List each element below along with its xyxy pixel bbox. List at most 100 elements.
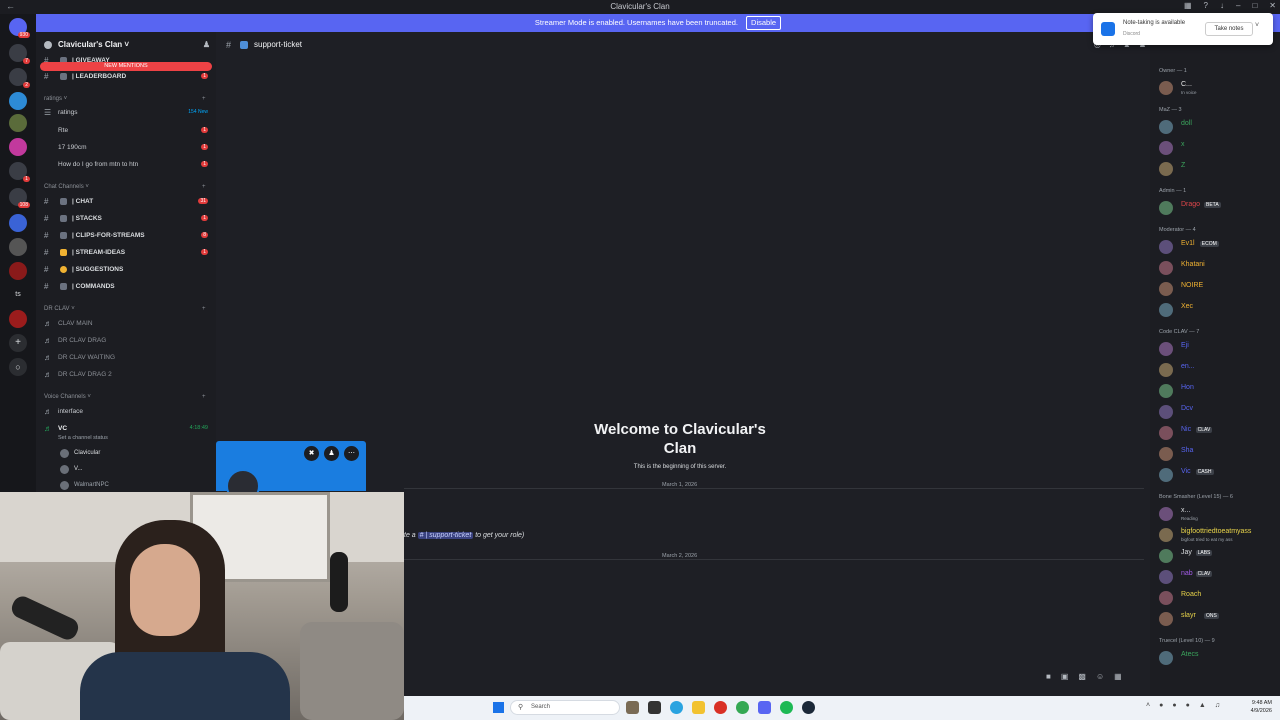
server-icon[interactable] bbox=[9, 214, 27, 232]
member-item[interactable]: slayr ONS bbox=[1159, 609, 1280, 627]
add-server-icon[interactable]: + bbox=[9, 334, 27, 352]
server-icon[interactable] bbox=[9, 114, 27, 132]
taskbar-search[interactable]: ⚲ Search bbox=[510, 700, 620, 715]
member-item[interactable]: NOIRE bbox=[1159, 279, 1280, 297]
volume-icon[interactable]: ♫ bbox=[1215, 702, 1220, 709]
member-item[interactable]: Nic CLAV bbox=[1159, 423, 1280, 441]
member-item[interactable]: Vic CASH bbox=[1159, 465, 1280, 483]
member-item[interactable]: Dcv bbox=[1159, 402, 1280, 420]
member-item[interactable]: x... Reading bbox=[1159, 504, 1280, 522]
voice-channel-interface[interactable]: ♬ interface bbox=[40, 405, 212, 420]
channel-leaderboard[interactable]: # | LEADERBOARD 1 bbox=[40, 70, 212, 85]
widget-icon[interactable] bbox=[626, 701, 639, 714]
category-chat-channels[interactable]: Chat Channels ˅ + bbox=[44, 184, 206, 190]
windows-start-icon[interactable] bbox=[493, 702, 504, 713]
more-options-icon[interactable]: ⋯ bbox=[344, 446, 359, 461]
steam-icon[interactable] bbox=[802, 701, 815, 714]
edge-icon[interactable] bbox=[670, 701, 683, 714]
member-item[interactable]: en... bbox=[1159, 360, 1280, 378]
channel-suggestions[interactable]: # | SUGGESTIONS bbox=[40, 263, 212, 278]
member-item[interactable]: Jay LABS bbox=[1159, 546, 1280, 564]
tray-icon[interactable]: ● bbox=[1172, 702, 1176, 709]
taskbar-clock[interactable]: 9:48 AM 4/9/2026 bbox=[1251, 699, 1272, 715]
member-item[interactable]: bigfoottriedtoeatmyass bigfoot tried to e… bbox=[1159, 525, 1280, 543]
add-channel-icon[interactable]: + bbox=[202, 184, 206, 190]
inbox-icon[interactable]: ▦ bbox=[1184, 1, 1192, 10]
direct-messages-icon[interactable]: 930 bbox=[9, 18, 30, 38]
member-item[interactable]: Xec bbox=[1159, 300, 1280, 318]
tray-icon[interactable]: ● bbox=[1186, 702, 1190, 709]
server-icon[interactable] bbox=[9, 238, 27, 256]
member-item[interactable]: doll bbox=[1159, 117, 1280, 135]
help-icon[interactable]: ? bbox=[1204, 1, 1208, 10]
add-channel-icon[interactable]: + bbox=[202, 306, 206, 312]
server-icon[interactable]: 1 bbox=[9, 162, 30, 182]
file-explorer-icon[interactable] bbox=[692, 701, 705, 714]
member-item[interactable]: Z bbox=[1159, 159, 1280, 177]
add-channel-icon[interactable]: + bbox=[202, 96, 206, 102]
thread-item[interactable]: How do I go from mtn to htn 1 bbox=[40, 158, 212, 173]
server-icon[interactable] bbox=[9, 310, 27, 328]
server-icon[interactable]: 2 bbox=[9, 68, 30, 88]
thread-item[interactable]: 17 190cm 1 bbox=[40, 141, 212, 156]
member-item[interactable]: nab CLAV bbox=[1159, 567, 1280, 585]
chevron-down-icon[interactable]: ˅ bbox=[1255, 22, 1259, 29]
tray-icon[interactable]: ● bbox=[1159, 702, 1163, 709]
disable-streamer-mode-button[interactable]: Disable bbox=[746, 16, 782, 30]
member-item[interactable]: Khatani bbox=[1159, 258, 1280, 276]
member-item[interactable]: Eji bbox=[1159, 339, 1280, 357]
voice-channel[interactable]: ♬ CLAV MAIN bbox=[40, 317, 212, 332]
member-item[interactable]: Sha bbox=[1159, 444, 1280, 462]
server-icon[interactable] bbox=[9, 262, 27, 280]
minimize-button[interactable]: – bbox=[1236, 1, 1240, 10]
thread-item[interactable]: Rte 1 bbox=[40, 124, 212, 139]
server-icon[interactable] bbox=[9, 138, 27, 156]
sticker-icon[interactable]: ▩ bbox=[1078, 672, 1086, 681]
voice-channel[interactable]: ♬ DR CLAV DRAG 2 bbox=[40, 368, 212, 383]
server-icon[interactable]: 108 bbox=[9, 188, 30, 208]
add-channel-icon[interactable]: + bbox=[202, 394, 206, 400]
server-icon[interactable] bbox=[9, 92, 27, 110]
take-notes-button[interactable]: Take notes bbox=[1205, 22, 1253, 36]
channel-status-hint[interactable]: Set a channel status bbox=[58, 435, 108, 441]
discover-icon[interactable]: ○ bbox=[9, 358, 27, 376]
channel-chat[interactable]: # | CHAT 31 bbox=[40, 195, 212, 210]
invite-people-icon[interactable]: ♟ bbox=[203, 40, 210, 49]
task-view-icon[interactable] bbox=[648, 701, 661, 714]
member-item[interactable]: Ev1l ECOM bbox=[1159, 237, 1280, 255]
maximize-button[interactable]: □ bbox=[1252, 1, 1257, 10]
server-ts-icon[interactable]: ts bbox=[9, 286, 27, 304]
category-voice-channels[interactable]: Voice Channels ˅ + bbox=[44, 394, 206, 400]
close-icon[interactable]: ✖ bbox=[304, 446, 319, 461]
app-icon[interactable] bbox=[714, 701, 727, 714]
channel-clips[interactable]: # | CLIPS-for-streams 8 bbox=[40, 229, 212, 244]
channel-stacks[interactable]: # | STACKS 1 bbox=[40, 212, 212, 227]
wifi-icon[interactable]: ▲ bbox=[1199, 702, 1206, 709]
member-item[interactable]: C... In voice bbox=[1159, 78, 1280, 96]
category-ratings[interactable]: ratings ˅ + bbox=[44, 96, 206, 102]
discord-icon[interactable] bbox=[758, 701, 771, 714]
spotify-icon[interactable] bbox=[780, 701, 793, 714]
member-item[interactable]: Drago BETA bbox=[1159, 198, 1280, 216]
member-item[interactable]: Roach bbox=[1159, 588, 1280, 606]
channel-stream-ideas[interactable]: # | STREAM-IDEAS 1 bbox=[40, 246, 212, 261]
member-item[interactable]: Hon bbox=[1159, 381, 1280, 399]
emoji-icon[interactable]: ☺ bbox=[1096, 672, 1104, 681]
user-icon[interactable]: ♟ bbox=[324, 446, 339, 461]
channel-commands[interactable]: # | COMMANDS bbox=[40, 280, 212, 295]
voice-channel[interactable]: ♬ DR CLAV WAITING bbox=[40, 351, 212, 366]
category-dr-clav[interactable]: DR CLAV ˅ + bbox=[44, 306, 206, 312]
member-item[interactable]: Atecs bbox=[1159, 648, 1280, 666]
apps-icon[interactable]: ▦ bbox=[1114, 672, 1122, 681]
close-window-button[interactable]: ✕ bbox=[1269, 1, 1276, 10]
channel-mention[interactable]: # | support-ticket bbox=[417, 532, 474, 539]
download-icon[interactable]: ↓ bbox=[1220, 1, 1224, 10]
voice-channel[interactable]: ♬ DR CLAV DRAG bbox=[40, 334, 212, 349]
gift-icon[interactable]: ■ bbox=[1046, 672, 1051, 681]
member-item[interactable]: x bbox=[1159, 138, 1280, 156]
chevron-up-icon[interactable]: ˄ bbox=[1146, 702, 1150, 709]
gif-icon[interactable]: ▣ bbox=[1061, 672, 1069, 681]
chrome-icon[interactable] bbox=[736, 701, 749, 714]
server-icon[interactable]: 7 bbox=[9, 44, 30, 64]
forum-ratings[interactable]: ☰ ratings 154 New bbox=[40, 106, 212, 121]
